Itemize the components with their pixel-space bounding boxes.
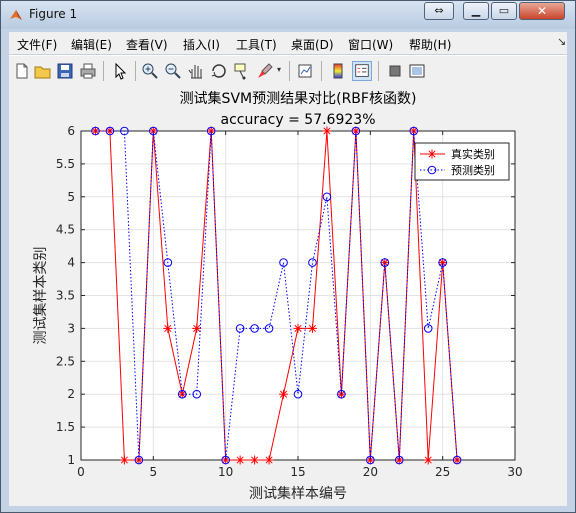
y-tick-label: 3 [67, 321, 75, 335]
toolbar-separator [135, 61, 136, 81]
edit-plot-arrow-icon[interactable] [110, 61, 130, 81]
minimize-icon: ▁ [471, 4, 481, 17]
axes-plot[interactable]: 0 5 10 15 20 25 30 1 1.5 2 2.5 3 3.5 4 4.5 5 5.5 6 测试集SVM预… [9, 86, 567, 506]
new-figure-icon[interactable] [12, 61, 32, 81]
menu-edit[interactable]: 编辑(E) [71, 36, 112, 53]
y-tick-label: 4.5 [56, 223, 75, 237]
link-plot-icon[interactable] [296, 61, 316, 81]
brush-dropdown-icon[interactable]: ▾ [277, 65, 281, 74]
brush-icon[interactable] [255, 61, 275, 81]
x-tick-label: 25 [435, 465, 450, 479]
matlab-app-icon [10, 10, 22, 20]
y-tick-label: 5.5 [56, 157, 75, 171]
maximize-icon: ▭ [498, 4, 510, 17]
x-tick-label: 15 [290, 465, 305, 479]
menu-desktop[interactable]: 桌面(D) [291, 36, 334, 53]
y-tick-label: 5 [67, 190, 75, 204]
y-tick-label: 6 [67, 124, 75, 138]
x-axis-label: 测试集样本编号 [249, 485, 347, 502]
x-tick-label: 20 [363, 465, 378, 479]
y-axis-label: 测试集样本类别 [32, 247, 49, 345]
legend: 真实类别预测类别 [414, 142, 510, 181]
menu-tools[interactable]: 工具(T) [236, 36, 277, 53]
rotate-3d-icon[interactable] [209, 61, 229, 81]
menu-insert[interactable]: 插入(I) [183, 36, 220, 53]
menu-view[interactable]: 查看(V) [126, 36, 168, 53]
toolbar-separator [103, 61, 104, 81]
x-tick-label: 0 [77, 465, 85, 479]
menubar-dock-arrow-icon[interactable]: ↘ [557, 35, 566, 48]
pan-hand-icon[interactable] [186, 61, 206, 81]
hide-plot-tools-icon[interactable] [385, 61, 405, 81]
figure-window: Figure 1 ⇔ ▁ ▭ ✕ 文件(F) 编辑(E) 查看(V) 插入(I)… [0, 0, 576, 513]
show-plot-tools-icon[interactable] [407, 61, 427, 81]
menu-file[interactable]: 文件(F) [17, 36, 57, 53]
minimize-button[interactable]: ▁ [463, 2, 489, 20]
close-x-icon: ✕ [536, 4, 548, 18]
figure-canvas[interactable]: 0 5 10 15 20 25 30 1 1.5 2 2.5 3 3.5 4 4.5 5 5.5 6 测试集SVM预… [9, 86, 567, 506]
figure-toolbar: ▾ [9, 55, 567, 87]
toolbar-separator [378, 61, 379, 81]
legend-entry-label: 真实类别 [451, 147, 495, 161]
menu-help[interactable]: 帮助(H) [409, 36, 451, 53]
chart-subtitle: accuracy = 57.6923% [221, 112, 376, 128]
data-cursor-icon[interactable] [232, 61, 252, 81]
menu-bar: 文件(F) 编辑(E) 查看(V) 插入(I) 工具(T) 桌面(D) 窗口(W… [9, 32, 567, 54]
toolbar-separator [289, 61, 290, 81]
open-file-icon[interactable] [33, 61, 53, 81]
maximize-button[interactable]: ▭ [491, 2, 517, 20]
x-tick-label: 10 [218, 465, 233, 479]
chart-title: 测试集SVM预测结果对比(RBF核函数) [180, 90, 417, 107]
menu-window[interactable]: 窗口(W) [348, 36, 393, 53]
y-tick-label: 2 [67, 387, 75, 401]
y-tick-label: 1.5 [56, 420, 75, 434]
save-icon[interactable] [55, 61, 75, 81]
y-tick-label: 2.5 [56, 354, 75, 368]
x-tick-label: 30 [507, 465, 522, 479]
restore-button[interactable]: ⇔ [424, 2, 454, 20]
legend-icon[interactable] [352, 61, 372, 81]
restore-arrows-icon: ⇔ [434, 4, 444, 17]
title-bar[interactable]: Figure 1 ⇔ ▁ ▭ ✕ [1, 1, 575, 29]
colorbar-icon[interactable] [329, 61, 349, 81]
toolbar-separator [321, 61, 322, 81]
y-tick-label: 4 [67, 256, 75, 270]
zoom-in-icon[interactable] [140, 61, 160, 81]
close-button[interactable]: ✕ [519, 2, 565, 20]
y-tick-label: 1 [67, 453, 75, 467]
legend-entry-label: 预测类别 [451, 163, 495, 177]
x-tick-label: 5 [150, 465, 158, 479]
zoom-out-icon[interactable] [163, 61, 183, 81]
window-title: Figure 1 [29, 7, 78, 21]
y-tick-label: 3.5 [56, 289, 75, 303]
print-icon[interactable] [78, 61, 98, 81]
